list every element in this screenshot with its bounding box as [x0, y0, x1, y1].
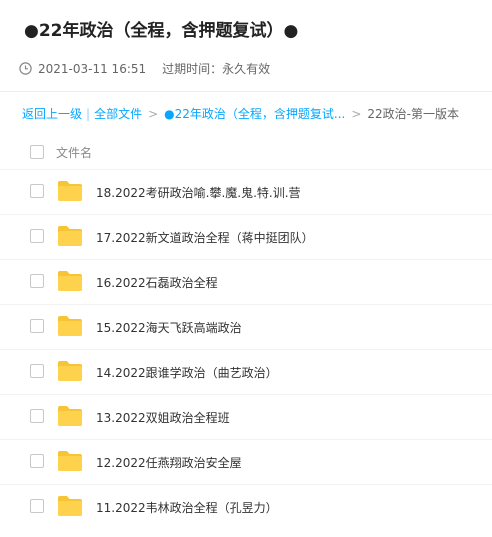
file-name[interactable]: 13.2022双姐政治全程班	[96, 409, 230, 426]
file-name[interactable]: 12.2022任燕翔政治安全屋	[96, 454, 242, 471]
filename-column-header[interactable]: 文件名	[56, 144, 92, 161]
file-row[interactable]: 15.2022海天飞跃高端政治	[0, 305, 492, 350]
row-checkbox[interactable]	[30, 319, 44, 333]
all-files-link[interactable]: 全部文件	[94, 105, 142, 122]
breadcrumb: 返回上一级 | 全部文件 > ●22年政治（全程，含押题复试... > 22政治…	[22, 105, 459, 122]
row-checkbox[interactable]	[30, 274, 44, 288]
row-checkbox[interactable]	[30, 454, 44, 468]
share-header: ●22年政治（全程，含押题复试）● 2021-03-11 16:51 过期时间：…	[0, 0, 492, 92]
folder-icon	[57, 405, 83, 427]
list-header: 文件名	[0, 134, 492, 170]
file-name[interactable]: 18.2022考研政治喻.攀.魔.鬼.特.训.营	[96, 184, 301, 201]
folder-icon	[57, 270, 83, 292]
breadcrumb-arrow-icon: >	[148, 106, 159, 121]
file-row[interactable]: 13.2022双姐政治全程班	[0, 395, 492, 440]
breadcrumb-arrow-icon: >	[351, 106, 362, 121]
row-checkbox[interactable]	[30, 409, 44, 423]
folder-icon	[57, 360, 83, 382]
share-meta: 2021-03-11 16:51 过期时间：永久有效	[19, 60, 270, 77]
row-checkbox[interactable]	[30, 364, 44, 378]
row-checkbox[interactable]	[30, 499, 44, 513]
file-row[interactable]: 18.2022考研政治喻.攀.魔.鬼.特.训.营	[0, 170, 492, 215]
clock-icon	[19, 62, 32, 75]
row-checkbox[interactable]	[30, 229, 44, 243]
select-all-checkbox[interactable]	[30, 145, 44, 159]
parent-folder-link[interactable]: ●22年政治（全程，含押题复试...	[164, 105, 345, 122]
file-list: 18.2022考研政治喻.攀.魔.鬼.特.训.营 17.2022新文道政治全程（…	[0, 170, 492, 530]
share-title: ●22年政治（全程，含押题复试）●	[24, 21, 299, 41]
file-name[interactable]: 11.2022韦林政治全程（孔昱力）	[96, 499, 278, 516]
folder-icon	[57, 225, 83, 247]
current-folder: 22政治-第一版本	[367, 107, 459, 121]
file-row[interactable]: 17.2022新文道政治全程（蒋中挺团队）	[0, 215, 492, 260]
file-name[interactable]: 17.2022新文道政治全程（蒋中挺团队）	[96, 229, 314, 246]
breadcrumb-separator: |	[86, 106, 91, 121]
folder-icon	[57, 495, 83, 517]
file-name[interactable]: 16.2022石磊政治全程	[96, 274, 218, 291]
file-row[interactable]: 16.2022石磊政治全程	[0, 260, 492, 305]
folder-icon	[57, 450, 83, 472]
folder-icon	[57, 180, 83, 202]
file-name[interactable]: 15.2022海天飞跃高端政治	[96, 319, 242, 336]
file-row[interactable]: 12.2022任燕翔政治安全屋	[0, 440, 492, 485]
file-row[interactable]: 14.2022跟谁学政治（曲艺政治）	[0, 350, 492, 395]
row-checkbox[interactable]	[30, 184, 44, 198]
file-name[interactable]: 14.2022跟谁学政治（曲艺政治）	[96, 364, 278, 381]
share-date: 2021-03-11 16:51	[38, 61, 147, 76]
back-link[interactable]: 返回上一级	[22, 105, 82, 122]
file-row[interactable]: 11.2022韦林政治全程（孔昱力）	[0, 485, 492, 530]
folder-icon	[57, 315, 83, 337]
expire-text: 过期时间：永久有效	[162, 62, 271, 76]
